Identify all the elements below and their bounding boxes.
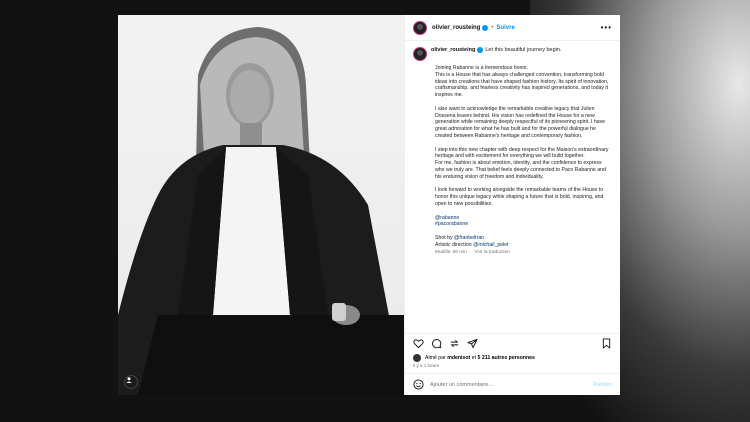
tag-user-icon <box>126 377 132 383</box>
portrait-illustration <box>118 27 404 395</box>
post-timestamp: il y a 1 heure <box>413 363 440 368</box>
caption-paragraph: I step into this new chapter with deep r… <box>435 146 609 180</box>
post-panel: olivier_rousteing • Suivre ••• olivier_r… <box>404 15 620 395</box>
shot-by-label: Shot by <box>435 234 453 241</box>
hashtag-link[interactable]: #pacorabanne <box>435 221 612 228</box>
shot-by-link[interactable]: @franbeltran <box>454 235 484 241</box>
likes-line: Aimé par mdenisot et 5 211 autres person… <box>405 353 620 363</box>
publish-button[interactable]: Publier <box>593 382 612 388</box>
comment-icon[interactable] <box>431 338 442 349</box>
caption-first-text: Let this beautiful journey begin. <box>485 47 562 53</box>
username[interactable]: olivier_rousteing <box>432 25 480 31</box>
comment-bar: Ajouter un commentaire… Publier <box>405 373 620 395</box>
action-bar <box>405 333 620 353</box>
modified-time: 59 min <box>452 249 467 255</box>
bookmark-icon[interactable] <box>601 338 612 349</box>
modified-text: Modifié <box>435 249 451 255</box>
caption-paragraph: Joining Rabanne is a tremendous honor. T… <box>435 65 609 99</box>
liked-by-prefix: Aimé par <box>425 355 446 361</box>
caption-text: Joining Rabanne is a tremendous honor. T… <box>435 65 612 256</box>
send-icon[interactable] <box>467 338 478 349</box>
caption-meta: Modifié 59 min Voir la traduction <box>435 250 612 257</box>
caption-paragraph: I look forward to working alongside the … <box>435 187 604 207</box>
heart-icon[interactable] <box>413 338 424 349</box>
dot-separator: • <box>491 24 494 31</box>
caption-avatar[interactable] <box>413 47 427 61</box>
post-header: olivier_rousteing • Suivre ••• <box>405 15 620 41</box>
caption-username[interactable]: olivier_rousteing <box>431 47 475 54</box>
liker-username[interactable]: mdenisot <box>447 355 470 361</box>
art-direction-link[interactable]: @michail_pelet <box>473 242 509 248</box>
verified-badge-icon <box>477 47 484 54</box>
post-photo[interactable] <box>118 15 404 395</box>
credit-line: Shot by @franbeltran <box>435 235 612 242</box>
caption-first-line: olivier_rousteing Let this beautiful jou… <box>431 47 561 54</box>
share-icon[interactable] <box>449 338 460 349</box>
follow-button[interactable]: Suivre <box>496 25 514 31</box>
art-direction-label: Artistic direction <box>435 241 472 248</box>
emoji-icon[interactable] <box>413 379 424 390</box>
avatar[interactable] <box>413 20 427 35</box>
post-modal: olivier_rousteing • Suivre ••• olivier_r… <box>118 15 620 395</box>
liker-avatar[interactable] <box>413 354 421 362</box>
more-options-icon[interactable]: ••• <box>601 23 612 32</box>
tag-user-button[interactable] <box>124 375 138 389</box>
liked-by-connector: et <box>471 355 477 361</box>
translate-link[interactable]: Voir la traduction <box>474 250 510 255</box>
likes-count[interactable]: 5 211 autres personnes <box>478 355 535 361</box>
caption-area: olivier_rousteing Let this beautiful jou… <box>405 41 620 333</box>
verified-badge-icon <box>482 24 489 31</box>
comment-input[interactable]: Ajouter un commentaire… <box>430 382 494 388</box>
caption-header: olivier_rousteing Let this beautiful jou… <box>413 47 612 61</box>
caption-paragraph: I also want to acknowledge the remarkabl… <box>435 105 606 139</box>
modified-label: Modifié 59 min <box>435 250 467 255</box>
mention-link[interactable]: @rabanne <box>435 215 612 222</box>
credit-line: Artistic direction @michail_pelet <box>435 242 612 249</box>
